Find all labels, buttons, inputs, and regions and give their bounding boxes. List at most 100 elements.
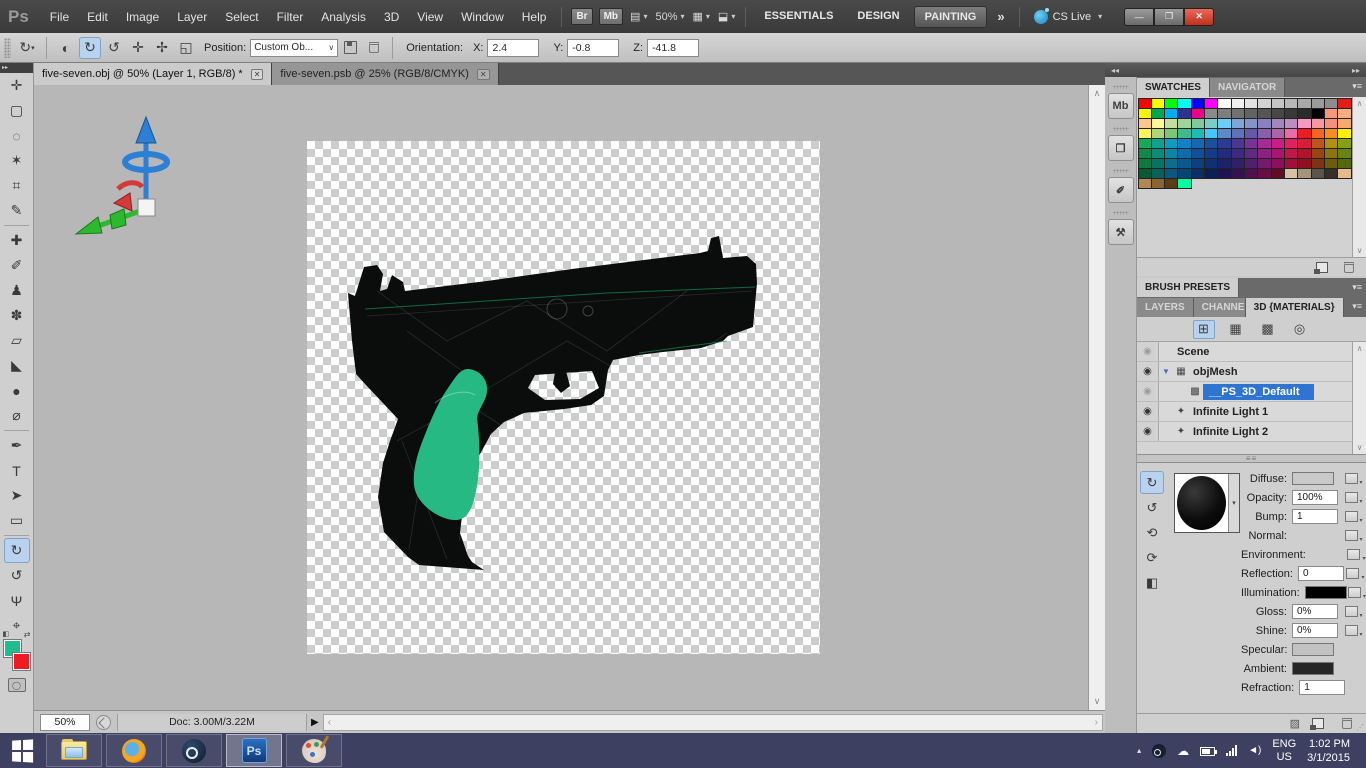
clone-stamp-tool[interactable]: ♟: [4, 278, 30, 303]
network-icon[interactable]: [1226, 745, 1238, 756]
texture-menu-icon[interactable]: [1344, 511, 1363, 524]
color-chip[interactable]: [1292, 472, 1334, 485]
scroll-down-icon[interactable]: ∨: [1357, 246, 1363, 255]
lasso-tool[interactable]: ◌: [4, 123, 30, 148]
type-tool[interactable]: T: [4, 458, 30, 483]
texture-menu-icon[interactable]: [1344, 606, 1363, 619]
history-brush-tool[interactable]: ✽: [4, 303, 30, 328]
shape-tool[interactable]: ▭: [4, 508, 30, 533]
property-input[interactable]: 0%: [1292, 604, 1338, 619]
tab-channels[interactable]: CHANNELS: [1193, 298, 1246, 317]
delete-swatch-button[interactable]: [1344, 261, 1354, 273]
filter-materials-icon[interactable]: ▩: [1257, 320, 1279, 339]
menu-window[interactable]: Window: [452, 10, 513, 24]
workspace-essentials[interactable]: ESSENTIALS: [754, 6, 843, 28]
quick-mask-button[interactable]: ◯: [7, 678, 26, 692]
visibility-eye-icon[interactable]: ◉: [1137, 402, 1159, 421]
color-swatch[interactable]: [1283, 167, 1299, 179]
color-swatch[interactable]: [1177, 177, 1192, 189]
workspace-painting[interactable]: PAINTING: [913, 5, 988, 28]
eyedropper-tool[interactable]: ✎: [4, 198, 30, 223]
panel-splitter[interactable]: ≡≡: [1137, 454, 1366, 463]
mini-bridge-icon[interactable]: Mb: [1107, 93, 1134, 119]
minimize-button[interactable]: —: [1124, 7, 1155, 26]
property-input[interactable]: 1: [1299, 680, 1346, 695]
slide-the-object-icon[interactable]: ✢: [151, 37, 173, 59]
cs-live-button[interactable]: CS Live ▾: [1033, 7, 1107, 24]
color-swatch[interactable]: [1137, 177, 1152, 189]
onedrive-icon[interactable]: ☁: [1177, 744, 1189, 758]
3d-paint-drop-tool-icon[interactable]: ◧: [1140, 571, 1164, 594]
3d-pan-material-tool-icon[interactable]: ⟲: [1140, 521, 1164, 544]
more-workspaces-button[interactable]: »: [989, 9, 1012, 24]
3d-slide-material-tool-icon[interactable]: ⟳: [1140, 546, 1164, 569]
3d-camera-rotate-tool[interactable]: ↺: [4, 563, 30, 588]
tool-presets-icon[interactable]: ✐: [1107, 177, 1134, 203]
battery-icon[interactable]: [1200, 746, 1218, 756]
orientation-y-input[interactable]: -0.8: [567, 38, 620, 57]
menu-filter[interactable]: Filter: [268, 10, 313, 24]
dodge-tool[interactable]: ⌀: [4, 403, 30, 428]
canvas-area[interactable]: ∧ ∨: [34, 85, 1105, 710]
scroll-up-icon[interactable]: ∧: [1357, 99, 1363, 108]
position-select[interactable]: Custom Ob... ∨: [250, 38, 339, 57]
color-chip[interactable]: [1292, 643, 1335, 656]
orientation-x-input[interactable]: 2.4: [487, 38, 540, 57]
filter-meshes-icon[interactable]: ▦: [1225, 320, 1247, 339]
return-to-initial-position-icon[interactable]: ◐: [55, 37, 77, 59]
default-colors-icon[interactable]: ◧: [3, 630, 10, 638]
volume-icon[interactable]: ◄): [1248, 745, 1261, 756]
taskbar-photoshop[interactable]: Ps: [226, 734, 282, 767]
panel-menu-icon[interactable]: ▾≡: [1352, 301, 1362, 312]
tab-layers[interactable]: LAYERS: [1137, 298, 1194, 317]
orientation-z-input[interactable]: -41.8: [647, 38, 700, 57]
color-swatch[interactable]: [1323, 167, 1339, 179]
texture-menu-icon[interactable]: [1346, 568, 1364, 581]
tree-item[interactable]: ◉ ▩ __PS_3D_Default: [1137, 382, 1352, 402]
collapse-panels-icon[interactable]: ▸▸: [1352, 66, 1360, 75]
utilities-icon[interactable]: ⚒: [1107, 219, 1134, 245]
eraser-tool[interactable]: ▱: [4, 328, 30, 353]
visibility-eye-icon[interactable]: ◉: [1137, 382, 1159, 401]
color-swatch[interactable]: [1337, 167, 1352, 179]
property-input[interactable]: 0: [1297, 566, 1344, 581]
launch-bridge[interactable]: Br: [571, 8, 593, 25]
filter-whole-scene-icon[interactable]: ⊞: [1192, 319, 1215, 339]
tree-item[interactable]: ◉ ✦ Infinite Light 2: [1137, 422, 1352, 442]
panel-menu-icon[interactable]: ▾≡: [1352, 282, 1362, 293]
tree-item[interactable]: ◉ Scene: [1137, 342, 1352, 362]
move-tool[interactable]: ✛: [4, 73, 30, 98]
zoom-level[interactable]: 50% ▾: [655, 11, 684, 23]
menu-analysis[interactable]: Analysis: [312, 10, 375, 24]
tool-preset-picker[interactable]: ↻ ▾: [16, 37, 38, 59]
3d-object-rotate-tool[interactable]: ↻: [3, 538, 30, 563]
3d-rotate-material-tool-icon[interactable]: ↻: [1140, 471, 1164, 494]
rectangular-marquee-tool[interactable]: ▢: [4, 98, 30, 123]
taskbar-file-explorer[interactable]: [46, 734, 102, 767]
close-button[interactable]: ✕: [1184, 7, 1215, 26]
swap-colors-icon[interactable]: ⇄: [24, 630, 31, 639]
arrange-documents-icon[interactable]: ▦ ▾: [693, 10, 710, 23]
3d-axis-widget[interactable]: [74, 107, 204, 237]
menu-3d[interactable]: 3D: [375, 10, 408, 24]
view-extras-icon[interactable]: ▤ ▾: [630, 10, 647, 23]
transparent-canvas[interactable]: [307, 141, 820, 654]
expander-icon[interactable]: ▼: [1159, 367, 1173, 376]
document-size-readout[interactable]: Doc: 3.00M/3.22M: [117, 713, 307, 731]
scale-the-object-icon[interactable]: ◱: [175, 37, 197, 59]
tree-scrollbar[interactable]: ∧ ∨: [1352, 342, 1366, 454]
color-swatch[interactable]: [1310, 167, 1325, 179]
color-swatch[interactable]: [1257, 167, 1272, 179]
document-tab[interactable]: five-seven.psb @ 25% (RGB/8/CMYK) ✕: [272, 63, 499, 85]
new-swatch-button[interactable]: [1314, 261, 1328, 274]
visibility-eye-icon[interactable]: ◉: [1137, 342, 1159, 361]
horizontal-scrollbar[interactable]: ‹ ›: [322, 713, 1103, 731]
visibility-eye-icon[interactable]: ◉: [1137, 422, 1159, 441]
property-input[interactable]: 0%: [1292, 623, 1338, 638]
texture-menu-icon[interactable]: [1344, 625, 1363, 638]
scroll-right-icon[interactable]: ›: [1095, 717, 1098, 728]
crop-tool[interactable]: ⌗: [4, 173, 30, 198]
language-indicator[interactable]: ENG US: [1272, 738, 1296, 764]
filter-lights-icon[interactable]: ◎: [1289, 320, 1311, 339]
zoom-level-field[interactable]: 50%: [40, 713, 90, 731]
